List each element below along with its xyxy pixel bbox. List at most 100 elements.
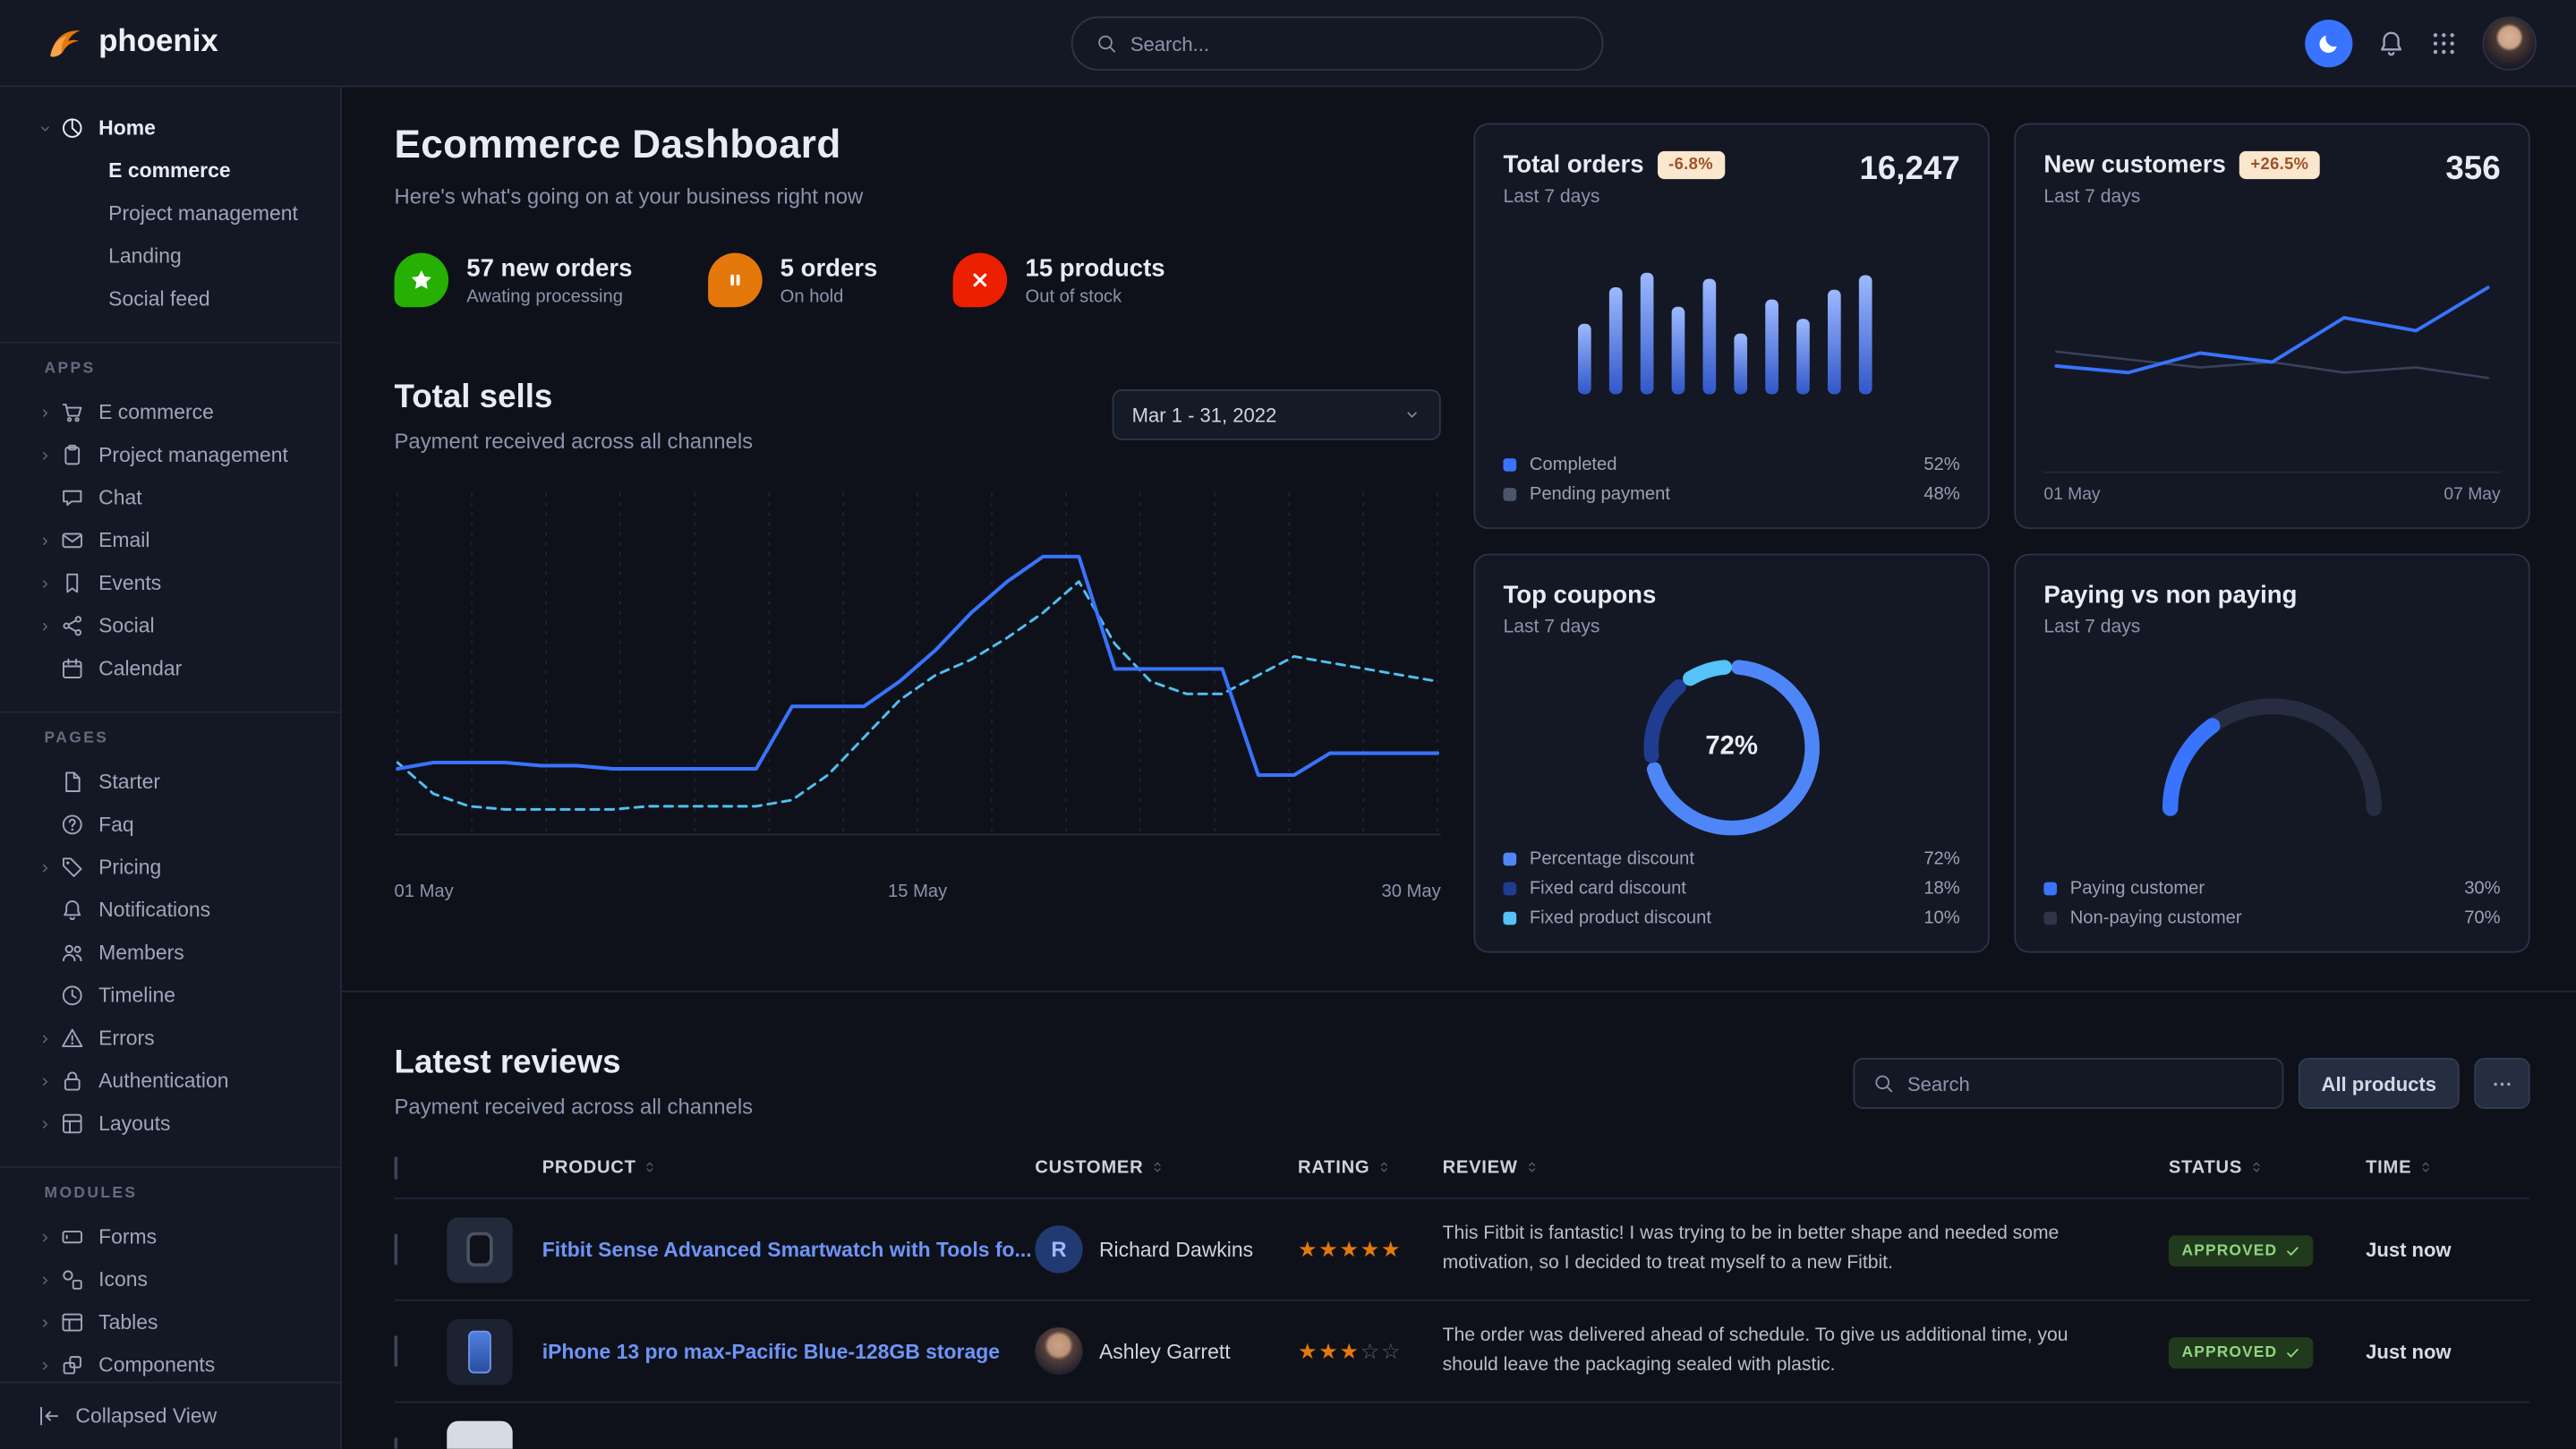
rating-stars: ★★★☆☆: [1298, 1336, 1402, 1364]
x-tick: 30 May: [1381, 882, 1440, 902]
product-thumbnail-phone[interactable]: [447, 1318, 512, 1384]
new-customers-chart: [2043, 207, 2500, 465]
sidebar-item-authentication[interactable]: Authentication: [0, 1060, 340, 1103]
row-checkbox[interactable]: [395, 1334, 398, 1366]
x-tick: 07 May: [2444, 484, 2500, 504]
file-icon: [61, 771, 84, 794]
sidebar-item-events[interactable]: Events: [0, 562, 340, 605]
sidebar-item-home[interactable]: Home: [0, 107, 340, 149]
table-icon: [61, 1311, 84, 1334]
card-period: Last 7 days: [1503, 618, 1959, 637]
sidebar-item-label: Errors: [98, 1027, 154, 1050]
product-thumbnail-watch[interactable]: [447, 1216, 512, 1282]
global-search-input[interactable]: [1130, 32, 1579, 55]
check-icon: [2285, 1243, 2300, 1258]
sidebar-item-icons[interactable]: Icons: [0, 1258, 340, 1301]
reviews-controls: All products: [1853, 1058, 2529, 1109]
sidebar-item-tables[interactable]: Tables: [0, 1301, 340, 1344]
card-title: Total orders: [1503, 151, 1643, 179]
sidebar-item-chat[interactable]: Chat: [0, 476, 340, 519]
sidebar-item-ecommerce-dashboard[interactable]: E commerce: [0, 149, 340, 192]
customer-avatar[interactable]: [1035, 1327, 1082, 1375]
sidebar-item-label: Email: [98, 529, 149, 552]
product-link[interactable]: Fitbit Sense Advanced Smartwatch with To…: [542, 1238, 1032, 1261]
product-thumbnail[interactable]: [447, 1420, 512, 1449]
all-products-button[interactable]: All products: [2299, 1058, 2460, 1109]
bell-icon[interactable]: [2377, 30, 2405, 57]
sidebar-item-calendar[interactable]: Calendar: [0, 647, 340, 690]
sidebar-section-apps: APPS: [0, 342, 340, 385]
sidebar-item-project-management-dashboard[interactable]: Project management: [0, 192, 340, 235]
sidebar: Home E commerce Project management Landi…: [0, 87, 342, 1449]
sidebar-item-landing[interactable]: Landing: [0, 234, 340, 277]
sidebar-item-social-feed[interactable]: Social feed: [0, 277, 340, 320]
date-range-value: Mar 1 - 31, 2022: [1132, 404, 1277, 427]
user-avatar[interactable]: [2482, 16, 2537, 71]
total-sells-x-axis: 01 May 15 May 30 May: [395, 882, 1441, 902]
theme-toggle-button[interactable]: [2305, 20, 2352, 67]
sidebar-item-label: Pricing: [98, 856, 161, 879]
bell-icon: [61, 899, 84, 922]
sidebar-item-members[interactable]: Members: [0, 932, 340, 975]
sidebar-item-email[interactable]: Email: [0, 519, 340, 562]
sidebar-item-components[interactable]: Components: [0, 1343, 340, 1386]
collapsed-view-button[interactable]: Collapsed View: [0, 1382, 340, 1449]
chevron-right-icon: [38, 533, 53, 549]
legend-value: 30%: [2464, 879, 2500, 899]
sidebar-item-faq[interactable]: Faq: [0, 804, 340, 847]
chevron-down-icon: [38, 121, 53, 136]
sidebar-item-label: Forms: [98, 1225, 157, 1249]
reviews-search[interactable]: [1853, 1058, 2283, 1109]
brand[interactable]: phoenix: [43, 22, 218, 64]
column-header-time[interactable]: TIME: [2366, 1158, 2530, 1198]
sidebar-item-starter[interactable]: Starter: [0, 761, 340, 804]
trend-badge: +26.5%: [2239, 151, 2321, 179]
stat-caption: On hold: [780, 286, 878, 306]
sidebar-item-forms[interactable]: Forms: [0, 1215, 340, 1258]
customer-avatar[interactable]: R: [1035, 1225, 1082, 1273]
product-link[interactable]: iPhone 13 pro max-Pacific Blue-128GB sto…: [542, 1340, 1000, 1363]
column-header-status[interactable]: STATUS: [2169, 1158, 2366, 1198]
sidebar-item-ecommerce[interactable]: E commerce: [0, 391, 340, 434]
sidebar-item-errors[interactable]: Errors: [0, 1017, 340, 1060]
sidebar-item-social[interactable]: Social: [0, 604, 340, 647]
collapse-sidebar-icon: [38, 1404, 61, 1428]
column-header-rating[interactable]: RATING: [1298, 1158, 1443, 1198]
dashboard-left-column: Ecommerce Dashboard Here's what's going …: [395, 124, 1441, 991]
dashboard-section: Ecommerce Dashboard Here's what's going …: [342, 87, 2576, 992]
column-header-product[interactable]: PRODUCT: [447, 1158, 1035, 1198]
total-sells-subtitle: Payment received across all channels: [395, 429, 754, 454]
card-title: Paying vs non paying: [2043, 582, 2297, 609]
column-header-customer[interactable]: CUSTOMER: [1035, 1158, 1298, 1198]
cart-icon: [61, 401, 84, 424]
sidebar-item-pricing[interactable]: Pricing: [0, 846, 340, 889]
more-options-button[interactable]: [2474, 1058, 2529, 1109]
trend-badge: -6.8%: [1657, 151, 1724, 179]
sidebar-item-timeline[interactable]: Timeline: [0, 974, 340, 1017]
chevron-right-icon: [38, 575, 53, 591]
sort-icon: [643, 1160, 658, 1175]
legend-label: Pending payment: [1530, 484, 1670, 504]
global-search[interactable]: [1071, 16, 1604, 71]
latest-reviews-section: Latest reviews Payment received across a…: [342, 993, 2576, 1449]
stat-out-of-stock: 15 products Out of stock: [953, 253, 1165, 308]
stat-value: 15 products: [1026, 254, 1165, 282]
column-header-review[interactable]: REVIEW: [1443, 1158, 2169, 1198]
sidebar-item-project-management[interactable]: Project management: [0, 434, 340, 477]
select-all-checkbox[interactable]: [395, 1156, 398, 1180]
new-customers-value: 356: [2445, 151, 2500, 189]
reviews-search-input[interactable]: [1907, 1072, 2264, 1095]
reviews-subtitle: Payment received across all channels: [395, 1094, 754, 1119]
kpi-cards-grid: Total orders -6.8% Last 7 days 16,247 Co…: [1473, 124, 2529, 991]
row-checkbox[interactable]: [395, 1233, 398, 1265]
date-range-select[interactable]: Mar 1 - 31, 2022: [1113, 389, 1441, 440]
calendar-icon: [61, 657, 84, 680]
sidebar-item-label: Calendar: [98, 657, 182, 680]
row-checkbox[interactable]: [395, 1437, 398, 1449]
legend-swatch: [1503, 853, 1516, 866]
share-icon: [61, 614, 84, 637]
sidebar-item-notifications[interactable]: Notifications: [0, 889, 340, 932]
legend-swatch: [2043, 882, 2057, 896]
sidebar-item-layouts[interactable]: Layouts: [0, 1103, 340, 1146]
grid-9-icon[interactable]: [2430, 30, 2458, 57]
